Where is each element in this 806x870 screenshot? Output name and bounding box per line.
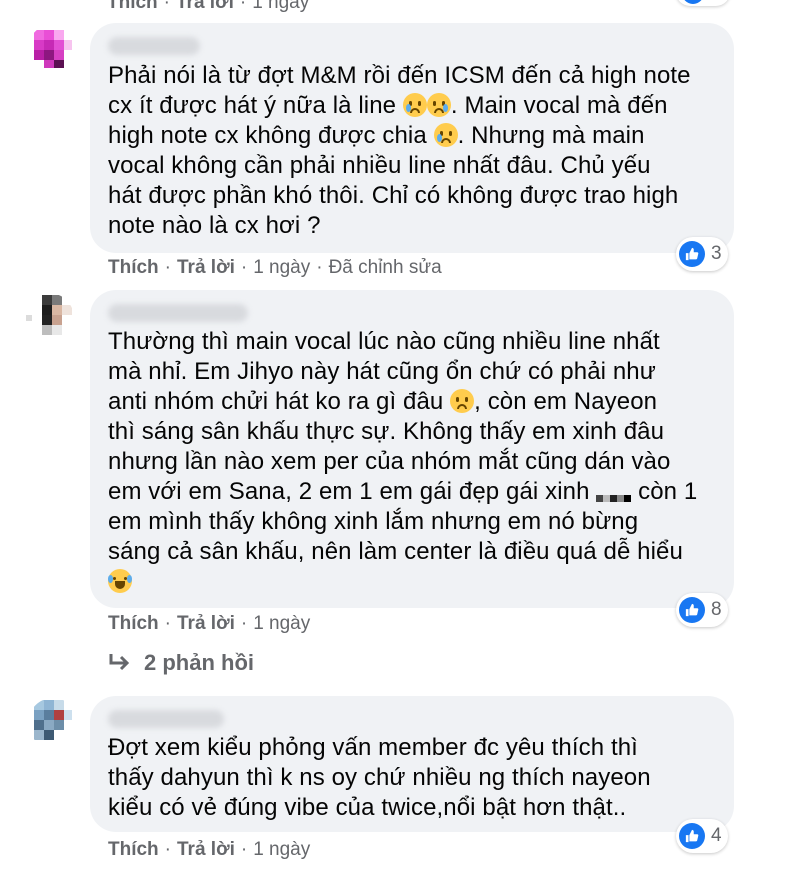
reaction-count: 3 [711,243,722,264]
comment-actions: Thích · Trả lời · 1 ngày [108,613,311,635]
comment-text: Đợt xem kiểu phỏng vấn member đc yêu thí… [108,734,651,821]
pixelated-avatar-icon [34,30,72,68]
laughing-face-icon [108,569,132,593]
reply-link[interactable]: Trả lời [177,839,235,861]
reply-link[interactable]: Trả lời [176,0,234,14]
comment-time: 1 ngày [252,0,310,13]
view-replies-button[interactable]: 2 phản hồi [108,650,254,676]
reply-link[interactable]: Trả lời [177,257,235,279]
comment-text: Thường thì main vocal lúc nào cũng nhiều… [108,327,697,597]
reaction-badge[interactable]: 3 [676,237,728,271]
comment-bubble: Phải nói là từ đợt M&M rồi đến ICSM đến … [90,23,734,253]
replies-count-label: 2 phản hồi [144,650,254,675]
censored-emoji-icon [596,495,632,502]
comment-bubble: Thường thì main vocal lúc nào cũng nhiều… [90,290,734,608]
author-name[interactable] [108,37,200,55]
reply-link[interactable]: Trả lời [177,613,235,635]
avatar[interactable] [28,698,78,748]
reaction-count: 4 [711,825,722,846]
comment-actions: Thích · Trả lời · 1 ngày [108,839,311,861]
prev-reaction-badge [676,0,730,6]
thumbs-up-icon [679,823,705,849]
prev-comment-actions: Thích · Trả lời · 1 ngày [107,0,309,14]
crying-face-icon [402,93,427,117]
like-link[interactable]: Thích [107,0,158,14]
comment-time[interactable]: 1 ngày [253,613,310,635]
like-link[interactable]: Thích [108,257,159,279]
reply-arrow-icon [109,654,130,671]
comment-bubble: Đợt xem kiểu phỏng vấn member đc yêu thí… [90,696,734,832]
crying-face-icon [433,123,458,147]
thumbs-up-icon [679,241,705,267]
reaction-badge[interactable]: 4 [676,819,728,853]
comment-text: Phải nói là từ đợt M&M rồi đến ICSM đến … [108,62,691,239]
avatar[interactable] [24,293,74,343]
worried-face-icon [450,389,475,413]
author-name[interactable] [108,304,248,322]
comment-time[interactable]: 1 ngày [253,839,310,861]
comment-time[interactable]: 1 ngày [253,257,310,279]
author-name[interactable] [108,710,224,728]
pixelated-avatar-icon [34,700,72,740]
avatar[interactable] [28,24,78,74]
reaction-badge[interactable]: 8 [676,593,728,627]
thumbs-up-icon [679,597,705,623]
crying-face-icon [426,93,451,117]
edited-label[interactable]: Đã chỉnh sửa [329,257,442,279]
comment-actions: Thích · Trả lời · 1 ngày · Đã chỉnh sửa [108,257,442,279]
pixelated-avatar-icon [26,295,72,335]
like-link[interactable]: Thích [108,613,159,635]
reaction-count: 8 [711,599,722,620]
like-link[interactable]: Thích [108,839,159,861]
